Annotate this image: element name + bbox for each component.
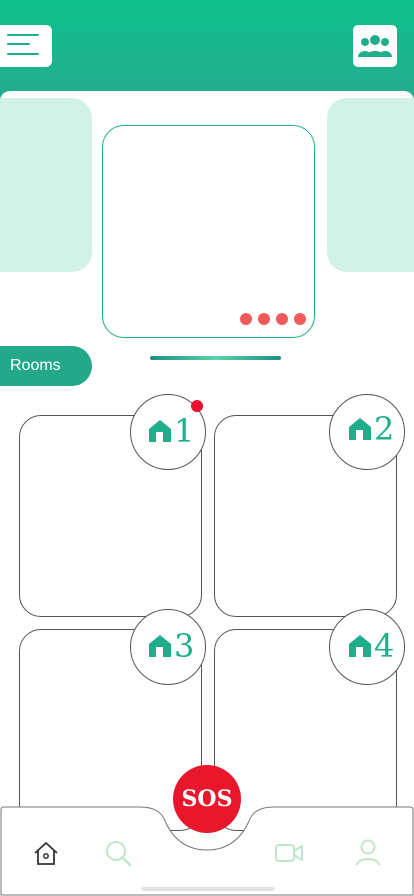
sos-button[interactable]: SOS	[173, 765, 241, 833]
carousel-prev-card[interactable]	[0, 98, 92, 272]
rooms-label: Rooms	[0, 346, 92, 386]
group-button[interactable]	[353, 25, 397, 67]
carousel-indicator	[150, 356, 281, 360]
carousel-next-card[interactable]	[327, 98, 414, 272]
pagination-dots	[240, 313, 306, 325]
carousel-current-card[interactable]	[102, 125, 315, 338]
room-badge-3[interactable]: 3	[130, 609, 206, 685]
menu-button[interactable]	[0, 25, 52, 67]
users-group-icon	[358, 35, 392, 57]
home-icon	[349, 635, 371, 657]
room-badge-4[interactable]: 4	[329, 609, 405, 685]
pagination-dot	[240, 313, 252, 325]
video-camera-icon[interactable]	[275, 842, 303, 864]
hamburger-menu-icon	[7, 34, 39, 36]
pagination-dot	[276, 313, 288, 325]
home-indicator	[141, 887, 275, 891]
notification-dot	[191, 400, 203, 412]
room-number: 3	[174, 627, 195, 665]
pagination-dot	[294, 313, 306, 325]
home-icon	[349, 418, 371, 440]
search-icon[interactable]	[104, 839, 132, 867]
pagination-dot	[258, 313, 270, 325]
room-badge-2[interactable]: 2	[329, 394, 405, 470]
room-number: 2	[374, 410, 395, 448]
home-icon	[149, 420, 171, 442]
user-icon[interactable]	[355, 838, 381, 866]
room-number: 4	[374, 627, 395, 665]
home-icon	[149, 635, 171, 657]
home-icon[interactable]	[33, 840, 59, 866]
room-number: 1	[174, 412, 195, 450]
